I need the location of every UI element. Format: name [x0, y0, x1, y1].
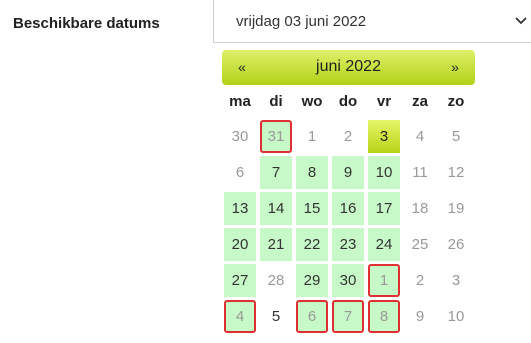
weekday-thu: do	[338, 93, 358, 110]
weekday-header-row: ma di wo do vr za zo	[222, 93, 475, 117]
calendar-day: 25	[411, 236, 429, 253]
calendar-day: 6	[235, 164, 245, 181]
weekday-mon: ma	[229, 93, 251, 110]
calendar-day[interactable]: 3	[368, 120, 400, 153]
date-select-value: vrijdag 03 juni 2022	[236, 13, 367, 30]
chevron-down-icon	[515, 17, 527, 25]
calendar-day: 26	[447, 236, 465, 253]
calendar-day[interactable]: 23	[332, 228, 364, 261]
calendar-day[interactable]: 13	[224, 192, 256, 225]
calendar-day[interactable]: 17	[368, 192, 400, 225]
calendar-day[interactable]: 22	[296, 228, 328, 261]
calendar-day[interactable]: 14	[260, 192, 292, 225]
calendar-day[interactable]: 16	[332, 192, 364, 225]
calendar-popup: « juni 2022 » ma di wo do vr za zo 30 31 1…	[222, 50, 477, 333]
calendar-header: « juni 2022 »	[222, 50, 475, 85]
date-select[interactable]: vrijdag 03 juni 2022	[213, 0, 531, 43]
calendar-day[interactable]: 4	[224, 300, 256, 333]
calendar-day: 5	[271, 308, 281, 325]
calendar-day: 2	[343, 128, 353, 145]
calendar-day[interactable]: 21	[260, 228, 292, 261]
calendar-day[interactable]: 31	[260, 120, 292, 153]
date-picker-form: Beschikbare datums vrijdag 03 juni 2022 …	[0, 0, 531, 343]
calendar-day[interactable]: 7	[332, 300, 364, 333]
calendar-day: 1	[307, 128, 317, 145]
calendar-day[interactable]: 30	[332, 264, 364, 297]
calendar-day: 9	[415, 308, 425, 325]
calendar-day[interactable]: 15	[296, 192, 328, 225]
calendar-day[interactable]: 6	[296, 300, 328, 333]
weekday-wed: wo	[301, 93, 323, 110]
calendar-day: 12	[447, 164, 465, 181]
calendar-day[interactable]: 8	[368, 300, 400, 333]
calendar-month-title: juni 2022	[316, 58, 381, 75]
weekday-sat: za	[412, 93, 428, 110]
next-month-button[interactable]: »	[443, 59, 467, 75]
calendar-day: 30	[231, 128, 249, 145]
calendar-day: 10	[447, 308, 465, 325]
calendar-day: 18	[411, 200, 429, 217]
calendar-day[interactable]: 7	[260, 156, 292, 189]
calendar-day[interactable]: 27	[224, 264, 256, 297]
weekday-tue: di	[269, 93, 283, 110]
calendar-day: 5	[451, 128, 461, 145]
weekday-fri: vr	[376, 93, 392, 110]
calendar-day: 4	[415, 128, 425, 145]
calendar-day[interactable]: 24	[368, 228, 400, 261]
weekday-sun: zo	[447, 93, 465, 110]
calendar-day[interactable]: 10	[368, 156, 400, 189]
calendar-day: 11	[412, 164, 428, 181]
calendar-day[interactable]: 1	[368, 264, 400, 297]
calendar-day: 28	[267, 272, 285, 289]
calendar-day: 3	[451, 272, 461, 289]
calendar-day: 19	[447, 200, 465, 217]
calendar-day[interactable]: 29	[296, 264, 328, 297]
calendar-day[interactable]: 20	[224, 228, 256, 261]
available-dates-label: Beschikbare datums	[13, 15, 160, 32]
calendar-day[interactable]: 9	[332, 156, 364, 189]
calendar-day: 2	[415, 272, 425, 289]
calendar-day[interactable]: 8	[296, 156, 328, 189]
